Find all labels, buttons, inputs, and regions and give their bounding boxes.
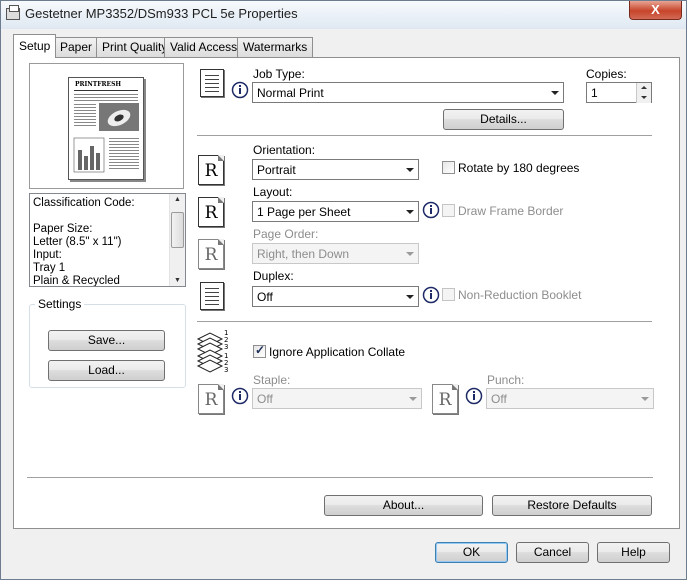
staple-select[interactable]: Off — [252, 388, 422, 409]
ignore-collate-checkbox[interactable] — [253, 343, 266, 358]
rotate-label: Rotate by 180 degrees — [458, 161, 580, 175]
orientation-label: Orientation: — [253, 143, 316, 157]
list-item: Paper Size: — [33, 223, 93, 235]
list-item: Plain & Recycled — [33, 275, 120, 287]
info-icon[interactable] — [465, 387, 483, 405]
restore-defaults-button[interactable]: Restore Defaults — [492, 495, 652, 516]
duplex-select[interactable]: Off — [252, 286, 419, 307]
about-button[interactable]: About... — [324, 495, 483, 516]
list-item: Tray 1 — [33, 262, 66, 274]
save-button[interactable]: Save... — [48, 330, 165, 351]
classification-list[interactable]: Classification Code: Paper Size: Letter … — [29, 193, 186, 287]
properties-dialog: Gestetner MP3352/DSm933 PCL 5e Propertie… — [0, 0, 687, 580]
punch-select[interactable]: Off — [486, 388, 654, 409]
collate-icon: 1 2 3 1 2 3 — [196, 329, 228, 373]
staple-icon: R — [198, 384, 224, 414]
orientation-select[interactable]: Portrait — [252, 159, 419, 180]
chevron-down-icon — [409, 397, 417, 401]
scroll-thumb[interactable] — [171, 212, 184, 248]
close-button[interactable]: X — [629, 1, 682, 20]
copies-label: Copies: — [586, 67, 627, 81]
cancel-button[interactable]: Cancel — [516, 542, 589, 563]
page-preview-image: PRINTFRESH — [68, 77, 144, 180]
non-reduction-booklet-checkbox[interactable] — [442, 288, 455, 301]
duplex-icon — [200, 282, 224, 310]
title-bar[interactable]: Gestetner MP3352/DSm933 PCL 5e Propertie… — [1, 1, 686, 29]
scroll-down-icon[interactable]: ▼ — [174, 277, 181, 284]
layout-value: 1 Page per Sheet — [257, 205, 351, 219]
separator — [197, 135, 652, 137]
info-icon[interactable] — [422, 286, 440, 304]
ok-button[interactable]: OK — [435, 542, 508, 563]
punch-label: Punch: — [487, 373, 525, 387]
layout-label: Layout: — [253, 185, 293, 199]
punch-value: Off — [491, 392, 507, 406]
tab-setup[interactable]: Setup — [13, 34, 57, 58]
list-item: Input: — [33, 249, 62, 261]
chevron-down-icon — [406, 210, 414, 214]
list-item: Letter (8.5" x 11") — [33, 236, 122, 248]
staple-label: Staple: — [253, 373, 291, 387]
vertical-scrollbar[interactable]: ▲ ▼ — [169, 194, 185, 286]
tab-watermarks[interactable]: Watermarks — [237, 37, 314, 57]
scroll-up-icon[interactable]: ▲ — [174, 196, 181, 203]
info-icon[interactable] — [231, 387, 249, 405]
chevron-down-icon — [551, 91, 559, 95]
increment-icon[interactable] — [636, 83, 651, 93]
collate-digit: 3 — [224, 343, 228, 351]
separator — [197, 321, 652, 323]
info-icon[interactable] — [231, 81, 249, 99]
draw-frame-label: Draw Frame Border — [458, 204, 564, 218]
draw-frame-checkbox[interactable] — [442, 204, 455, 217]
chevron-down-icon — [406, 168, 414, 172]
chevron-down-icon — [406, 252, 414, 256]
chevron-down-icon — [406, 295, 414, 299]
job-type-label: Job Type: — [253, 67, 305, 81]
layout-select[interactable]: 1 Page per Sheet — [252, 201, 419, 222]
orientation-icon: R — [198, 155, 224, 185]
ignore-collate-label: Ignore Application Collate — [269, 345, 406, 359]
page-order-select[interactable]: Right, then Down — [252, 243, 419, 264]
rotate-checkbox[interactable] — [442, 161, 455, 174]
list-item: Classification Code: — [33, 197, 135, 209]
page-order-label: Page Order: — [253, 227, 319, 241]
load-button[interactable]: Load... — [48, 360, 165, 381]
copies-stepper[interactable]: 1 — [586, 82, 652, 103]
job-type-icon — [200, 69, 224, 97]
tab-paper[interactable]: Paper — [54, 37, 99, 57]
tab-valid-access[interactable]: Valid Access — [164, 37, 244, 57]
punch-icon: R — [432, 384, 458, 414]
page-order-icon: R — [198, 239, 224, 269]
copies-value: 1 — [591, 86, 598, 100]
chevron-down-icon — [641, 397, 649, 401]
help-button[interactable]: Help — [597, 542, 670, 563]
duplex-value: Off — [257, 290, 273, 304]
orientation-value: Portrait — [257, 163, 296, 177]
printer-icon — [6, 5, 20, 20]
settings-group-label: Settings — [35, 297, 85, 311]
separator — [27, 477, 653, 479]
newspaper-illustration — [73, 90, 139, 173]
layout-icon: R — [198, 197, 224, 227]
duplex-label: Duplex: — [253, 269, 294, 283]
info-icon[interactable] — [422, 201, 440, 219]
job-type-select[interactable]: Normal Print — [252, 82, 564, 103]
page-order-value: Right, then Down — [257, 247, 350, 261]
collate-digit: 3 — [224, 366, 228, 373]
tab-print-quality[interactable]: Print Quality — [96, 37, 174, 57]
staple-value: Off — [257, 392, 273, 406]
decrement-icon[interactable] — [636, 93, 651, 103]
window-title: Gestetner MP3352/DSm933 PCL 5e Propertie… — [25, 6, 298, 21]
non-reduction-booklet-label: Non-Reduction Booklet — [458, 288, 582, 302]
job-type-value: Normal Print — [257, 86, 324, 100]
details-button[interactable]: Details... — [443, 109, 564, 130]
